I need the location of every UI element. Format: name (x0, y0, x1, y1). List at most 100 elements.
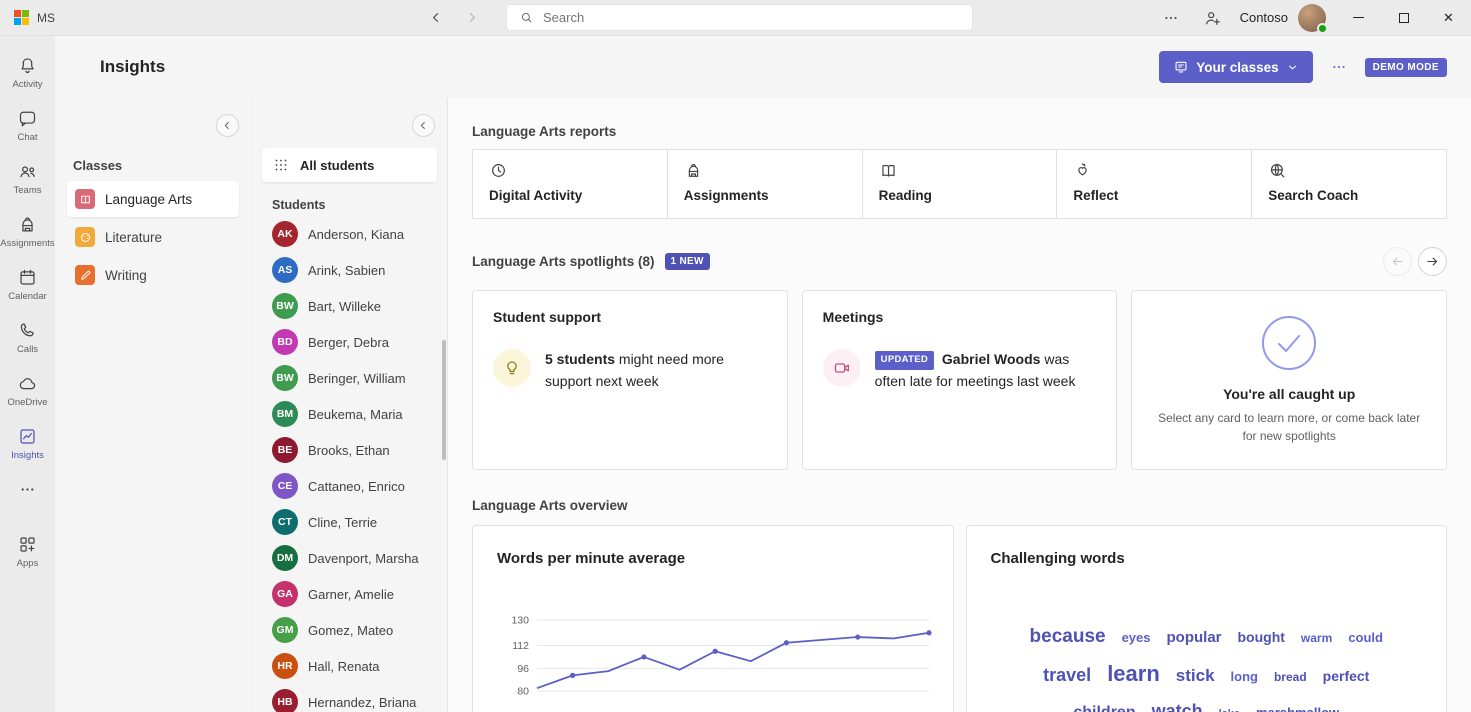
rail-label: Calls (17, 344, 38, 355)
class-name: Language Arts (105, 192, 192, 207)
forward-icon[interactable] (463, 9, 480, 26)
student-avatar: DM (272, 545, 298, 571)
student-row[interactable]: DM Davenport, Marsha (262, 540, 437, 576)
minimize-button[interactable] (1336, 0, 1381, 36)
updated-badge: UPDATED (875, 351, 934, 370)
student-name: Beukema, Maria (308, 407, 403, 422)
rail-item-insights[interactable]: Insights (0, 417, 55, 470)
word-learn: learn (1107, 656, 1160, 692)
student-name: Beringer, William (308, 371, 406, 386)
spotlight-card-student-support[interactable]: Student support 5 students might need mo… (472, 290, 788, 470)
student-avatar: CT (272, 509, 298, 535)
student-row[interactable]: BEBrooks, Ethan (262, 432, 437, 468)
rail-item-calls[interactable]: Calls (0, 311, 55, 364)
report-card-assignments[interactable]: Assignments (667, 149, 863, 219)
all-students-label: All students (300, 158, 374, 173)
rail-item-teams[interactable]: Teams (0, 152, 55, 205)
report-card-digital-activity[interactable]: Digital Activity (472, 149, 668, 219)
word-warm: warm (1301, 629, 1332, 649)
rail-label: Activity (12, 79, 42, 90)
students-panel: All students Students AKAnderson, KianaA… (252, 98, 448, 712)
rail-item-activity[interactable]: Activity (0, 46, 55, 99)
report-card-label: Digital Activity (489, 188, 651, 203)
new-spotlights-badge: 1 NEW (665, 253, 710, 270)
meeting-camera-icon (823, 349, 861, 387)
class-name: Literature (105, 230, 162, 245)
spotlight-card-meetings[interactable]: Meetings UPDATED Gabriel Woods was often… (802, 290, 1118, 470)
student-row[interactable]: BDBerger, Debra (262, 324, 437, 360)
user-avatar[interactable] (1298, 4, 1326, 32)
close-button[interactable]: ✕ (1426, 0, 1471, 36)
student-row[interactable]: ASArink, Sabien (262, 252, 437, 288)
student-row[interactable]: GAGarner, Amelie (262, 576, 437, 612)
rail-label: Chat (17, 132, 37, 143)
calendar-icon (17, 267, 38, 288)
class-item-writing[interactable]: Writing (67, 257, 239, 293)
svg-text:112: 112 (512, 640, 529, 652)
class-item-literature[interactable]: Literature (67, 219, 239, 255)
classes-panel: Classes Language ArtsLiteratureWriting (55, 98, 252, 712)
collapse-classes-button[interactable] (216, 114, 239, 137)
word-watch: watch (1152, 697, 1203, 712)
student-name: Cattaneo, Enrico (308, 479, 405, 494)
spotlights-header: Language Arts spotlights (8) 1 NEW (472, 247, 1447, 276)
student-row[interactable]: AKAnderson, Kiana (262, 216, 437, 252)
org-name[interactable]: Contoso (1240, 10, 1288, 25)
insights-icon (17, 426, 38, 447)
pencil-icon (75, 265, 95, 285)
microsoft-logo-icon (14, 10, 29, 25)
student-row[interactable]: BWBart, Willeke (262, 288, 437, 324)
header-more-icon[interactable] (1329, 57, 1349, 77)
student-row[interactable]: CECattaneo, Enrico (262, 468, 437, 504)
student-row[interactable]: BWBeringer, William (262, 360, 437, 396)
rail-item-chat[interactable]: Chat (0, 99, 55, 152)
add-person-icon[interactable] (1203, 8, 1223, 28)
student-avatar: GA (272, 581, 298, 607)
caught-up-card[interactable]: You're all caught up Select any card to … (1131, 290, 1447, 470)
spotlight-title: Student support (493, 309, 767, 325)
reports-strip: Digital Activity AssignmentsReadingReflec… (472, 149, 1447, 219)
status-available-icon (1317, 23, 1328, 34)
overview-cards: Words per minute average 1301129680 Chal… (472, 525, 1447, 712)
report-card-reading[interactable]: Reading (862, 149, 1058, 219)
student-row[interactable]: GMGomez, Mateo (262, 612, 437, 648)
all-students-item[interactable]: All students (262, 148, 437, 182)
back-icon[interactable] (428, 9, 445, 26)
report-card-reflect[interactable]: Reflect (1056, 149, 1252, 219)
lightbulb-icon (493, 349, 531, 387)
challenging-words-card[interactable]: Challenging words becauseeyespopularboug… (966, 525, 1448, 712)
your-classes-button[interactable]: Your classes (1159, 51, 1312, 83)
student-name: Berger, Debra (308, 335, 389, 350)
collapse-students-button[interactable] (412, 114, 435, 137)
report-card-search-coach[interactable]: Search Coach (1251, 149, 1447, 219)
rail-item-more[interactable] (0, 470, 55, 509)
rail-item-calendar[interactable]: Calendar (0, 258, 55, 311)
clock-icon (489, 161, 651, 183)
student-row[interactable]: BMBeukema, Maria (262, 396, 437, 432)
spotlights-prev-button[interactable] (1383, 247, 1412, 276)
wpm-chart-card[interactable]: Words per minute average 1301129680 (472, 525, 954, 712)
rail-item-apps[interactable]: Apps (0, 525, 55, 578)
student-row[interactable]: HRHall, Renata (262, 648, 437, 684)
search-icon (519, 10, 534, 25)
spotlights-heading: Language Arts spotlights (8) (472, 254, 655, 269)
search-box[interactable] (506, 4, 973, 31)
class-item-language-arts[interactable]: Language Arts (67, 181, 239, 217)
student-row[interactable]: HB Hernandez, Briana (262, 684, 437, 712)
page-header: Insights Your classes DEMO MODE (55, 36, 1471, 98)
titlebar-more-icon[interactable] (1161, 8, 1181, 28)
word-because: because (1030, 621, 1106, 652)
rail-item-assignments[interactable]: Assignments (0, 205, 55, 258)
spotlights-next-button[interactable] (1418, 247, 1447, 276)
word-long: long (1231, 666, 1258, 687)
search-input[interactable] (543, 10, 960, 25)
rail-item-onedrive[interactable]: OneDrive (0, 364, 55, 417)
student-avatar: HB (272, 689, 298, 712)
student-row[interactable]: CTCline, Terrie (262, 504, 437, 540)
word-could: could (1348, 627, 1383, 648)
app-label: MS (37, 11, 55, 25)
student-name: Hernandez, Briana (308, 695, 416, 710)
students-scrollbar[interactable] (442, 340, 446, 460)
maximize-button[interactable] (1381, 0, 1426, 36)
student-name: Davenport, Marsha (308, 551, 419, 566)
